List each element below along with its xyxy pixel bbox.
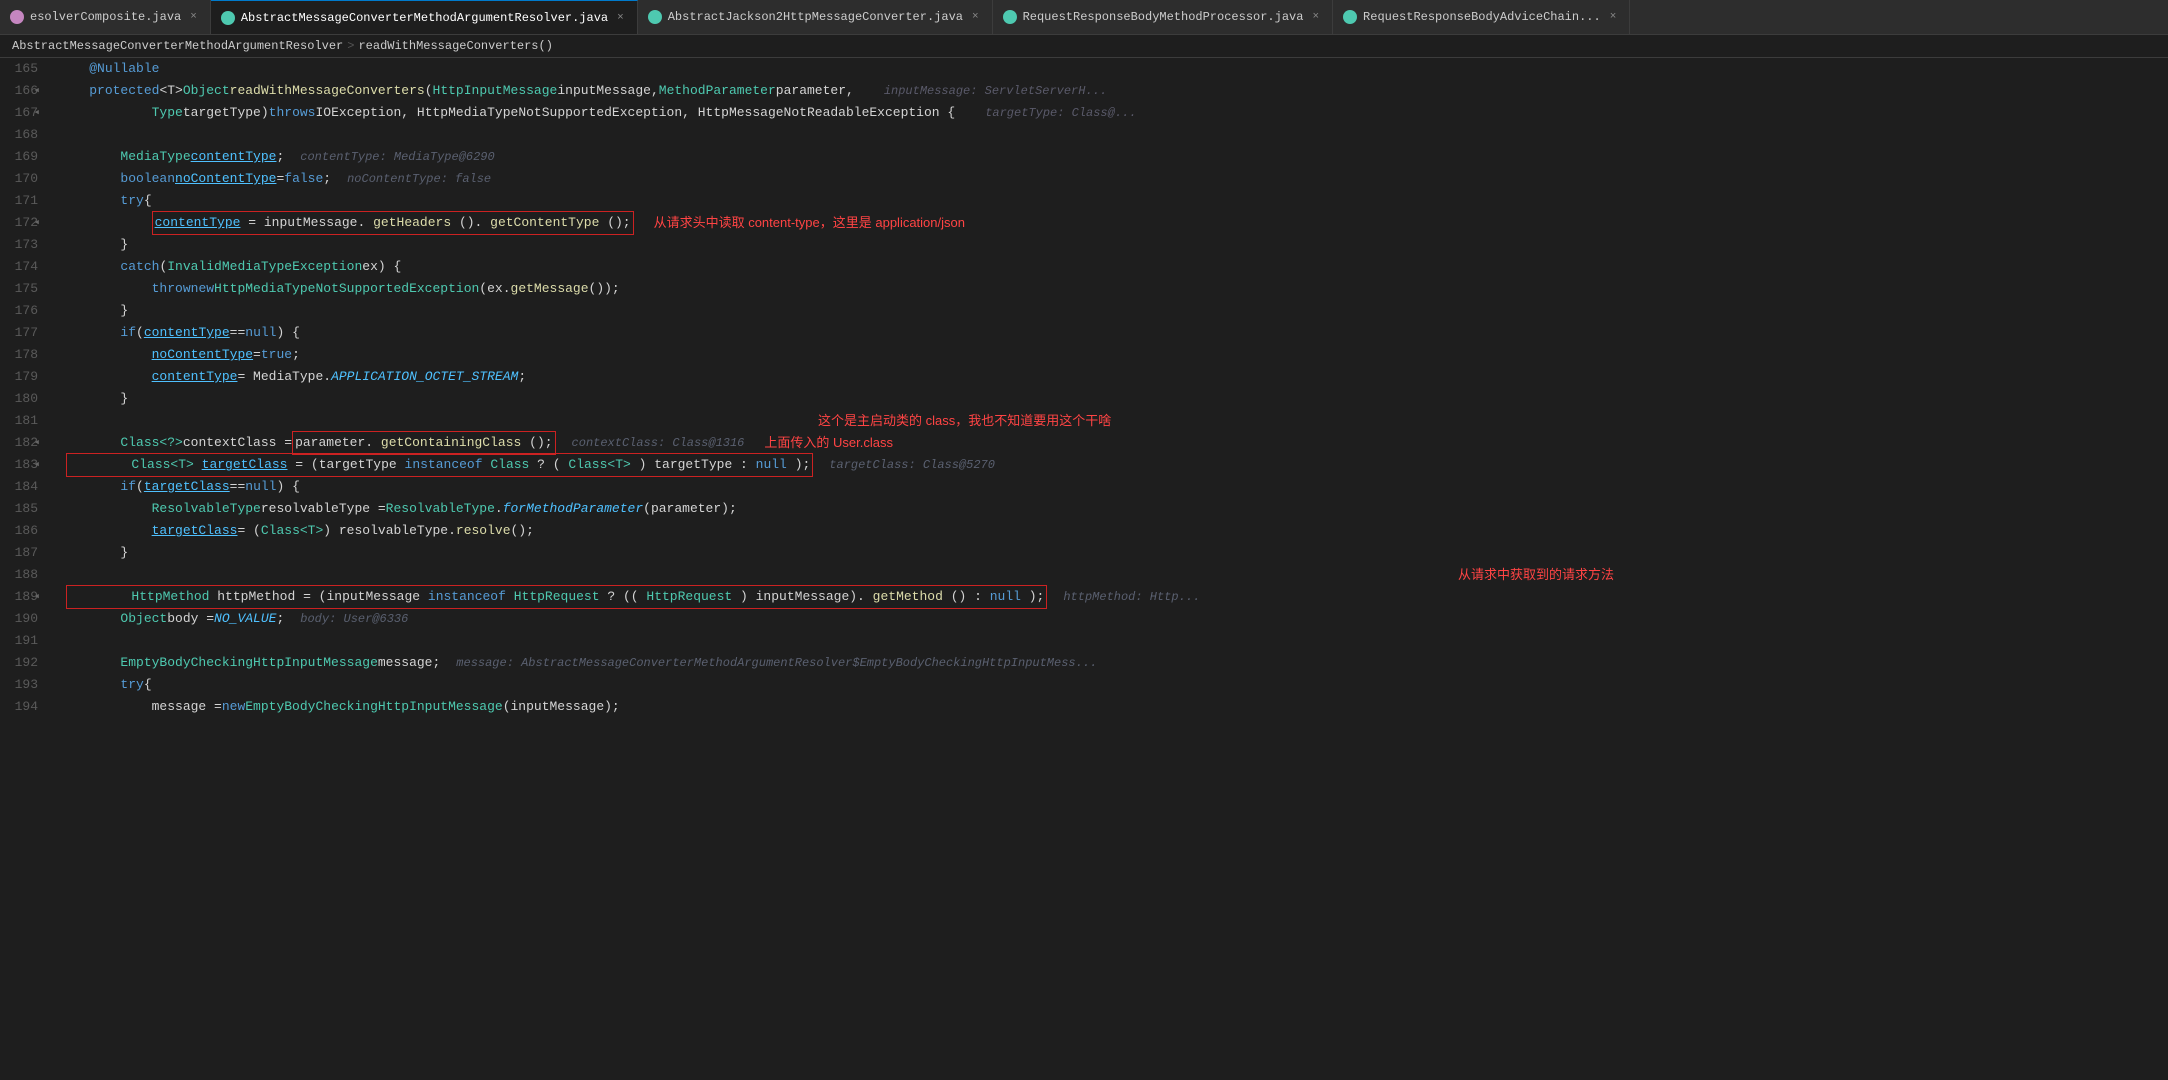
code-line-178: noContentType = true ; [58, 344, 2168, 366]
line-169: 169 [8, 146, 38, 168]
code-line-193: try { [58, 674, 2168, 696]
line-182: 182 ◂ [8, 432, 38, 454]
code-line-187: } [58, 542, 2168, 564]
tab-bar: esolverComposite.java × AbstractMessageC… [0, 0, 2168, 35]
code-line-180: } [58, 388, 2168, 410]
tab-close-2[interactable]: × [614, 11, 627, 25]
tab-icon-3 [648, 10, 662, 24]
line-176: 176 [8, 300, 38, 322]
code-line-186: targetClass = ( Class<T> ) resolvableTyp… [58, 520, 2168, 542]
code-line-184: if ( targetClass == null ) { [58, 476, 2168, 498]
line-181: 181 [8, 410, 38, 432]
boxed-line-189: HttpMethod httpMethod = (inputMessage in… [66, 585, 1047, 609]
tab-icon-4 [1003, 10, 1017, 24]
code-line-165: @Nullable [58, 58, 2168, 80]
annotation-182: 上面传入的 User.class [764, 432, 893, 454]
line-numbers: 165 166 ◂ 167 ◂ 168 169 170 171 172 ◂ 17… [0, 58, 50, 1067]
code-line-179: contentType = MediaType. APPLICATION_OCT… [58, 366, 2168, 388]
breadcrumb-sep: > [347, 39, 354, 53]
tab-label-2: AbstractMessageConverterMethodArgumentRe… [241, 11, 608, 25]
code-line-183: Class<T> targetClass = (targetType insta… [58, 454, 2168, 476]
tab-close-4[interactable]: × [1309, 10, 1322, 24]
line-186: 186 [8, 520, 38, 542]
breadcrumb-class[interactable]: AbstractMessageConverterMethodArgumentRe… [12, 39, 343, 53]
line-179: 179 [8, 366, 38, 388]
line-189: 189 ◂ [8, 586, 38, 608]
code-line-194: message = new EmptyBodyCheckingHttpInput… [58, 696, 2168, 718]
tab-close-1[interactable]: × [187, 10, 200, 24]
code-line-167: Type targetType) throws IOException, Htt… [58, 102, 2168, 124]
line-185: 185 [8, 498, 38, 520]
code-line-177: if ( contentType == null ) { [58, 322, 2168, 344]
annotation-181: 这个是主启动类的 class，我也不知道要用这个干啥 [818, 410, 1111, 432]
code-line-175: throw new HttpMediaTypeNotSupportedExcep… [58, 278, 2168, 300]
tab-label-4: RequestResponseBodyMethodProcessor.java [1023, 10, 1304, 24]
tab-close-5[interactable]: × [1607, 10, 1620, 24]
annotation-172: 从请求头中读取 content-type，这里是 application/jso… [654, 212, 965, 234]
tab-close-3[interactable]: × [969, 10, 982, 24]
tab-label-1: esolverComposite.java [30, 10, 181, 24]
breadcrumb-method[interactable]: readWithMessageConverters() [358, 39, 552, 53]
code-line-172: contentType = inputMessage. getHeaders (… [58, 212, 2168, 234]
tab-requestresponse2[interactable]: RequestResponseBodyAdviceChain... × [1333, 0, 1630, 35]
line-168: 168 [8, 124, 38, 146]
line-184: 184 [8, 476, 38, 498]
annotation-188: 从请求中获取到的请求方法 [1458, 564, 1614, 586]
tab-label-5: RequestResponseBodyAdviceChain... [1363, 10, 1601, 24]
tab-resolvercomposite[interactable]: esolverComposite.java × [0, 0, 211, 35]
line-180: 180 [8, 388, 38, 410]
line-192: 192 [8, 652, 38, 674]
code-line-170: boolean noContentType = false ; noConten… [58, 168, 2168, 190]
code-line-190: Object body = NO_VALUE ; body: User@6336 [58, 608, 2168, 630]
code-line-168 [58, 124, 2168, 146]
code-line-189: HttpMethod httpMethod = (inputMessage in… [58, 586, 2168, 608]
code-line-176: } [58, 300, 2168, 322]
line-177: 177 [8, 322, 38, 344]
code-content: @Nullable protected <T> Object readWithM… [50, 58, 2168, 1067]
boxed-line-183: Class<T> targetClass = (targetType insta… [66, 453, 813, 477]
tab-abstractjackson[interactable]: AbstractJackson2HttpMessageConverter.jav… [638, 0, 993, 35]
line-178: 178 [8, 344, 38, 366]
editor: 165 166 ◂ 167 ◂ 168 169 170 171 172 ◂ 17… [0, 58, 2168, 1067]
tab-icon-5 [1343, 10, 1357, 24]
line-194: 194 [8, 696, 38, 718]
code-line-169: MediaType contentType ; contentType: Med… [58, 146, 2168, 168]
code-line-185: ResolvableType resolvableType = Resolvab… [58, 498, 2168, 520]
line-170: 170 [8, 168, 38, 190]
line-187: 187 [8, 542, 38, 564]
boxed-line-172: contentType = inputMessage. getHeaders (… [152, 211, 634, 235]
tab-icon-1 [10, 10, 24, 24]
line-166: 166 ◂ [8, 80, 38, 102]
code-line-192: EmptyBodyCheckingHttpInputMessage messag… [58, 652, 2168, 674]
line-173: 173 [8, 234, 38, 256]
tab-requestresponse[interactable]: RequestResponseBodyMethodProcessor.java … [993, 0, 1333, 35]
line-172: 172 ◂ [8, 212, 38, 234]
line-191: 191 [8, 630, 38, 652]
line-167: 167 ◂ [8, 102, 38, 124]
code-line-181: 这个是主启动类的 class，我也不知道要用这个干啥 [58, 410, 2168, 432]
line-188: 188 [8, 564, 38, 586]
line-183: 183 ◂ [8, 454, 38, 476]
code-line-182: Class<?> contextClass = parameter. getCo… [58, 432, 2168, 454]
line-175: 175 [8, 278, 38, 300]
code-line-188: 从请求中获取到的请求方法 [58, 564, 2168, 586]
tab-icon-2 [221, 11, 235, 25]
line-174: 174 [8, 256, 38, 278]
tab-abstractmessage[interactable]: AbstractMessageConverterMethodArgumentRe… [211, 0, 638, 35]
tab-label-3: AbstractJackson2HttpMessageConverter.jav… [668, 10, 963, 24]
breadcrumb: AbstractMessageConverterMethodArgumentRe… [0, 35, 2168, 58]
code-line-166: protected <T> Object readWithMessageConv… [58, 80, 2168, 102]
code-line-171: try { [58, 190, 2168, 212]
code-line-191 [58, 630, 2168, 652]
line-165: 165 [8, 58, 38, 80]
code-line-173: } [58, 234, 2168, 256]
line-190: 190 [8, 608, 38, 630]
boxed-line-182: parameter. getContainingClass (); [292, 431, 555, 455]
line-193: 193 [8, 674, 38, 696]
code-line-174: catch ( InvalidMediaTypeException ex) { [58, 256, 2168, 278]
line-171: 171 [8, 190, 38, 212]
